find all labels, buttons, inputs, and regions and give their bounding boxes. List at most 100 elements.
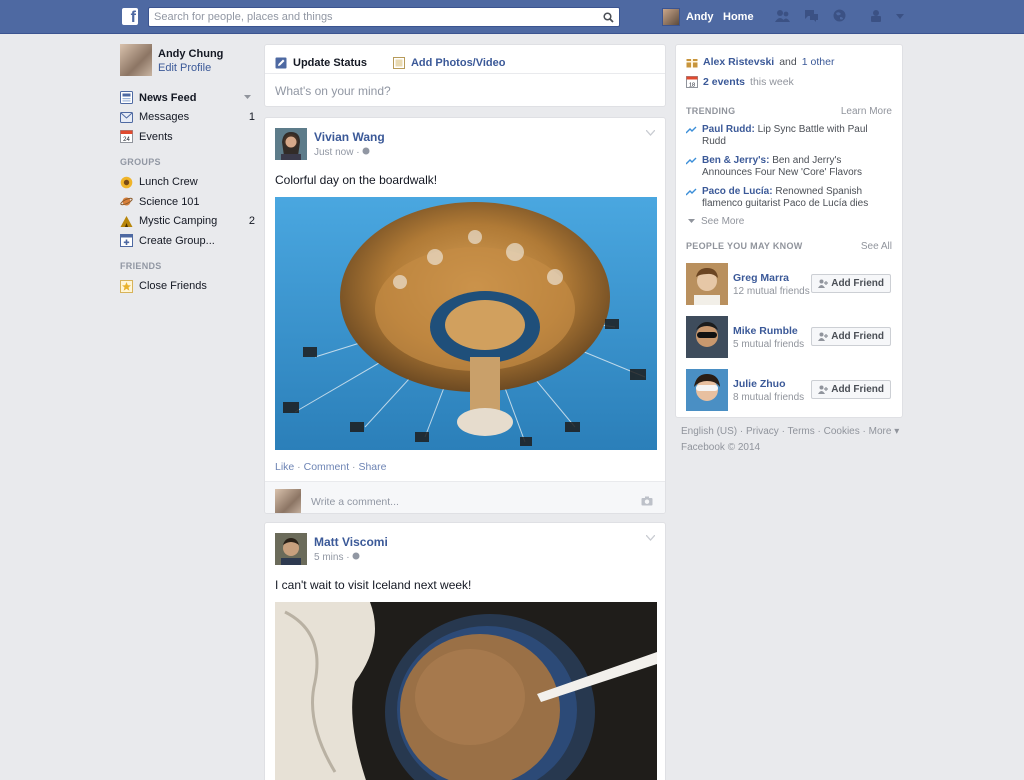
chevron-down-icon[interactable] <box>646 535 655 541</box>
facebook-logo-icon[interactable]: f <box>122 8 138 25</box>
camera-icon[interactable] <box>641 496 653 506</box>
post-timestamp[interactable]: Just now · <box>314 147 385 158</box>
jewel-icons <box>775 9 904 25</box>
add-friend-label: Add Friend <box>831 384 884 395</box>
footer-copyright: Facebook © 2014 <box>681 442 761 453</box>
avatar[interactable] <box>275 533 307 565</box>
timestamp-text: Just now <box>314 147 354 158</box>
see-more-link[interactable]: See More <box>676 216 902 227</box>
add-friend-button[interactable]: Add Friend <box>811 380 891 399</box>
account-settings-chevron-icon[interactable] <box>896 11 904 23</box>
like-link[interactable]: Like <box>275 461 294 473</box>
avatar <box>275 488 301 513</box>
avatar[interactable] <box>686 316 728 358</box>
search-bar[interactable] <box>148 7 620 27</box>
learn-more-link[interactable]: Learn More <box>841 106 892 117</box>
chevron-down-icon[interactable] <box>244 95 251 100</box>
see-all-link[interactable]: See All <box>861 241 892 252</box>
public-globe-icon <box>362 147 370 155</box>
update-status-tab[interactable]: Update Status <box>275 53 367 73</box>
sidebar-item-news-feed[interactable]: News Feed <box>120 88 255 108</box>
mutual-friends[interactable]: 5 mutual friends <box>733 339 804 350</box>
sidebar-item-science-101[interactable]: Science 101 <box>120 192 255 212</box>
avatar[interactable] <box>686 369 728 411</box>
avatar[interactable] <box>120 44 152 76</box>
update-status-label: Update Status <box>293 57 367 69</box>
events-count[interactable]: 2 events <box>703 76 745 88</box>
events-reminder[interactable]: 18 2 events this week <box>676 72 902 92</box>
camping-icon <box>120 215 133 227</box>
add-photos-tab[interactable]: Add Photos/Video <box>392 53 506 73</box>
pymk-item: Mike Rumble 5 mutual friends Add Friend <box>676 316 902 358</box>
add-friend-label: Add Friend <box>831 278 884 289</box>
sidebar-item-close-friends[interactable]: Close Friends <box>120 277 255 297</box>
pymk-name[interactable]: Greg Marra <box>733 272 810 284</box>
trending-arrow-icon <box>686 126 697 134</box>
birthday-name[interactable]: Alex Ristevski <box>703 56 774 68</box>
trending-title: TRENDING <box>686 106 736 116</box>
post-author[interactable]: Vivian Wang <box>314 130 385 144</box>
globe-notifications-icon[interactable] <box>833 9 846 25</box>
add-friend-icon <box>818 385 829 394</box>
avatar[interactable] <box>686 263 728 305</box>
pymk-header: PEOPLE YOU MAY KNOW See All <box>676 241 902 252</box>
add-friend-label: Add Friend <box>831 331 884 342</box>
sidebar-item-messages[interactable]: Messages 1 <box>120 108 255 128</box>
pymk-title: PEOPLE YOU MAY KNOW <box>686 241 803 251</box>
groups-header[interactable]: GROUPS <box>120 157 255 167</box>
sidebar-item-mystic-camping[interactable]: Mystic Camping 2 <box>120 212 255 232</box>
home-link[interactable]: Home <box>723 11 754 23</box>
top-profile-link[interactable]: Andy <box>662 8 714 26</box>
post-photo-soup-bowl[interactable] <box>275 602 657 780</box>
calendar-icon: 18 <box>686 76 698 88</box>
status-input[interactable]: What's on your mind? <box>265 73 665 107</box>
comment-link[interactable]: Comment <box>304 461 350 473</box>
sidebar-item-events[interactable]: 24 Events <box>120 127 255 147</box>
pymk-item: Greg Marra 12 mutual friends Add Friend <box>676 263 902 305</box>
public-globe-icon <box>352 552 360 560</box>
post-timestamp[interactable]: 5 mins · <box>314 552 388 563</box>
friends-header[interactable]: FRIENDS <box>120 261 255 271</box>
post-text: Colorful day on the boardwalk! <box>275 173 438 187</box>
add-friend-button[interactable]: Add Friend <box>811 274 891 293</box>
trending-name: Paul Rudd: <box>702 124 755 135</box>
mutual-friends[interactable]: 8 mutual friends <box>733 392 804 403</box>
search-input[interactable] <box>149 8 589 26</box>
chevron-down-icon[interactable] <box>646 130 655 136</box>
trending-arrow-icon <box>686 157 697 165</box>
trending-arrow-icon <box>686 188 697 196</box>
pymk-name[interactable]: Julie Zhuo <box>733 378 804 390</box>
edit-profile-link[interactable]: Edit Profile <box>158 62 223 74</box>
sidebar-profile[interactable]: Andy Chung Edit Profile <box>120 44 255 76</box>
privacy-shortcuts-icon[interactable] <box>870 9 882 25</box>
post-actions: Like · Comment · Share <box>275 461 387 473</box>
news-feed-icon <box>120 91 133 105</box>
footer-links[interactable]: English (US) · Privacy · Terms · Cookies… <box>681 424 901 440</box>
pymk-name[interactable]: Mike Rumble <box>733 325 804 337</box>
sidebar-item-lunch-crew[interactable]: Lunch Crew <box>120 173 255 193</box>
share-link[interactable]: Share <box>358 461 386 473</box>
search-icon[interactable] <box>603 12 614 23</box>
add-friend-icon <box>818 279 829 288</box>
birthday-others[interactable]: 1 other <box>802 56 835 68</box>
profile-name[interactable]: Andy Chung <box>158 48 223 60</box>
timestamp-text: 5 mins <box>314 552 344 563</box>
planet-icon <box>120 197 133 206</box>
trending-item[interactable]: Ben & Jerry's: Ben and Jerry's Announces… <box>676 155 902 179</box>
add-photos-label: Add Photos/Video <box>410 57 506 69</box>
comment-input[interactable]: Write a comment... <box>311 496 399 508</box>
trending-item[interactable]: Paco de Lucía: Renowned Spanish flamenco… <box>676 186 902 210</box>
birthday-reminder[interactable]: Alex Ristevski and 1 other <box>676 52 902 72</box>
post-author[interactable]: Matt Viscomi <box>314 535 388 549</box>
messages-jewel-icon[interactable] <box>804 9 819 25</box>
birthday-and: and <box>779 56 797 68</box>
avatar[interactable] <box>275 128 307 160</box>
mutual-friends[interactable]: 12 mutual friends <box>733 286 810 297</box>
feed-post: Matt Viscomi 5 mins · I can't wait to vi… <box>264 522 666 780</box>
post-photo-swing-ride[interactable] <box>275 197 657 450</box>
add-friend-button[interactable]: Add Friend <box>811 327 891 346</box>
sidebar-item-create-group[interactable]: Create Group... <box>120 231 255 251</box>
trending-item[interactable]: Paul Rudd: Lip Sync Battle with Paul Rud… <box>676 124 902 148</box>
friend-requests-icon[interactable] <box>775 9 790 25</box>
sidebar-item-label: Close Friends <box>139 280 207 293</box>
